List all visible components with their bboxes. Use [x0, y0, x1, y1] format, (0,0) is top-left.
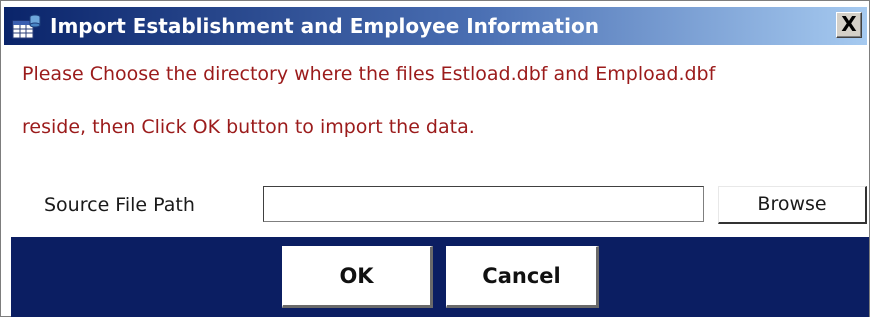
cancel-button[interactable]: Cancel [446, 246, 599, 308]
browse-button[interactable]: Browse [718, 186, 867, 224]
ok-button[interactable]: OK [282, 246, 433, 308]
close-button[interactable]: X [836, 12, 862, 38]
import-dialog: Import Establishment and Employee Inform… [0, 0, 870, 317]
source-file-path-label: Source File Path [44, 194, 195, 216]
title-bar[interactable]: Import Establishment and Employee Inform… [4, 7, 867, 45]
dialog-title: Import Establishment and Employee Inform… [50, 14, 599, 38]
source-file-path-input[interactable] [263, 186, 704, 222]
instruction-line-2: reside, then Click OK button to import t… [22, 116, 475, 138]
button-bar: OK Cancel [11, 237, 869, 317]
database-table-icon [12, 12, 42, 40]
close-icon: X [841, 12, 857, 36]
instruction-line-1: Please Choose the directory where the fi… [22, 63, 716, 85]
